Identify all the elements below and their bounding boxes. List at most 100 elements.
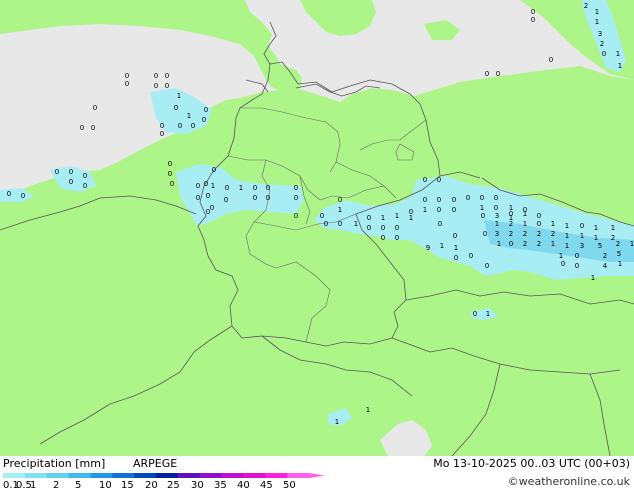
precip-value: 0 — [206, 208, 210, 216]
legend-swatch — [134, 473, 157, 478]
legend-swatch — [112, 473, 135, 478]
precip-value: 5 — [598, 242, 602, 250]
precip-value: 0 — [381, 224, 385, 232]
precip-value: 0 — [93, 104, 97, 112]
precip-value: 1 — [594, 234, 598, 242]
precip-value: 1 — [580, 232, 584, 240]
precip-value: 2 — [611, 234, 615, 242]
precip-value: 0 — [338, 220, 342, 228]
precip-value: 0 — [294, 194, 298, 202]
precip-value: 3 — [495, 230, 499, 238]
precip-value: 0 — [170, 180, 174, 188]
legend-label: 40 — [237, 480, 250, 490]
model-name: ARPEGE — [133, 457, 178, 470]
legend-label: 10 — [99, 480, 112, 490]
precip-value: 0 — [320, 212, 324, 220]
precip-value: 0 — [531, 16, 535, 24]
footer-bar: Precipitation [mm] ARPEGE Mo 13-10-2025 … — [0, 456, 634, 490]
legend-label: 5 — [75, 480, 81, 490]
precip-value: 1 — [616, 50, 620, 58]
precip-value: 1 — [523, 210, 527, 218]
precip-value: 0 — [83, 182, 87, 190]
precip-value: 0 — [494, 204, 498, 212]
precip-value: 2 — [603, 252, 607, 260]
precip-value: 0 — [69, 168, 73, 176]
precip-value: 2 — [537, 230, 541, 238]
credit-link[interactable]: ©weatheronline.co.uk — [508, 476, 630, 488]
precip-value: 0 — [423, 196, 427, 204]
precip-value: 0 — [154, 82, 158, 90]
precip-value: 2 — [537, 240, 541, 248]
precip-value: 0 — [225, 184, 229, 192]
precip-value: 1 — [565, 242, 569, 250]
precip-value: 0 — [80, 124, 84, 132]
precip-value: 1 — [381, 214, 385, 222]
precip-value: 0 — [580, 222, 584, 230]
precip-value: 0 — [160, 130, 164, 138]
forecast-datetime: Mo 13-10-2025 00..03 UTC (00+03) — [433, 457, 630, 470]
precip-value: 0 — [266, 184, 270, 192]
precip-value: 1 — [565, 232, 569, 240]
precip-value: 1 — [551, 220, 555, 228]
precip-value: 0 — [202, 116, 206, 124]
precip-value: 0 — [423, 176, 427, 184]
precip-value: 2 — [616, 240, 620, 248]
precip-value: 0 — [196, 182, 200, 190]
precip-value: 1 — [440, 242, 444, 250]
precip-value: 1 — [354, 220, 358, 228]
precip-value: 1 — [409, 214, 413, 222]
precip-value: 0 — [165, 72, 169, 80]
precip-value: 0 — [69, 178, 73, 186]
precip-value: 0 — [294, 184, 298, 192]
legend-swatch — [199, 473, 222, 478]
precip-value: 0 — [531, 8, 535, 16]
precip-value: 0 — [204, 106, 208, 114]
precip-value: 1 — [630, 240, 634, 248]
precip-value: 0 — [602, 50, 606, 58]
precip-value: 0 — [395, 224, 399, 232]
legend-bar — [3, 473, 325, 478]
precip-value: 1 — [618, 260, 622, 268]
precip-value: 1 — [523, 220, 527, 228]
precip-value: 1 — [239, 184, 243, 192]
precip-value: 0 — [154, 72, 158, 80]
precip-value: 3 — [580, 242, 584, 250]
precip-value: 1 — [211, 182, 215, 190]
precip-value: 1 — [366, 406, 370, 414]
precip-value: 0 — [485, 70, 489, 78]
precip-value: 0 — [178, 122, 182, 130]
precip-value: 0 — [253, 194, 257, 202]
precip-value: 1 — [454, 244, 458, 252]
legend-arrow — [309, 473, 325, 478]
precip-value: 0 — [21, 192, 25, 200]
precip-value: 0 — [437, 206, 441, 214]
precip-value: 1 — [594, 224, 598, 232]
precip-value: 0 — [125, 72, 129, 80]
precip-value: 0 — [549, 56, 553, 64]
precip-value: 0 — [453, 232, 457, 240]
precip-value: 0 — [469, 252, 473, 260]
color-legend: 0.10.51 2 5 10 15 20 25 30 35 40 45 50 — [3, 473, 325, 490]
precip-value: 2 — [509, 230, 513, 238]
legend-swatch — [68, 473, 91, 478]
precip-value: 0 — [438, 220, 442, 228]
precip-value: 0 — [537, 220, 541, 228]
legend-swatch — [177, 473, 201, 478]
precip-value: 0 — [160, 122, 164, 130]
precip-value: 0 — [338, 196, 342, 204]
precip-value: 1 — [395, 212, 399, 220]
precip-value: 0 — [437, 176, 441, 184]
precip-value: 2 — [523, 230, 527, 238]
precip-value: 2 — [509, 220, 513, 228]
precip-value: 0 — [537, 212, 541, 220]
precip-value: 0 — [454, 254, 458, 262]
precip-value: 0 — [210, 204, 214, 212]
precip-value: 0 — [466, 194, 470, 202]
precip-value: 1 — [565, 222, 569, 230]
precip-value: 0 — [473, 310, 477, 318]
precip-value: 2 — [584, 2, 588, 10]
legend-label: 35 — [214, 480, 227, 490]
precip-value: 0 — [395, 234, 399, 242]
precipitation-map: 0 0 2 1 1 3 2 0 1 1 0 0 0 0 0 0 0 0 0 1 0 0 1 0 0 0 0 0 0 0 0 0 0 0 0 0 0 0 0 0… — [0, 0, 634, 456]
precip-value: 0 — [294, 212, 298, 220]
